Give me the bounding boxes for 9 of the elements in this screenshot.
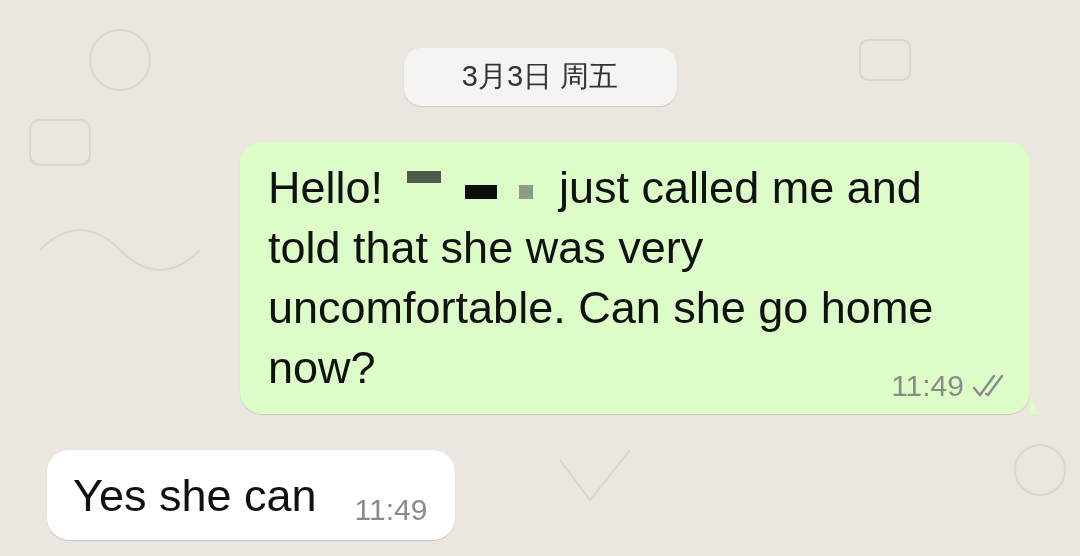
message-time: 11:49	[891, 368, 964, 404]
message-time: 11:49	[354, 492, 428, 528]
message-text: just called me and	[559, 161, 922, 215]
greeting-text: Hello!	[268, 161, 384, 215]
message-text: told that she was very	[268, 221, 704, 275]
message-text: uncomfortable. Can she go home	[268, 281, 934, 335]
date-divider: 3月3日 周五	[403, 48, 677, 106]
message-text: now?	[268, 341, 376, 395]
message-text: Yes she can	[73, 469, 317, 523]
